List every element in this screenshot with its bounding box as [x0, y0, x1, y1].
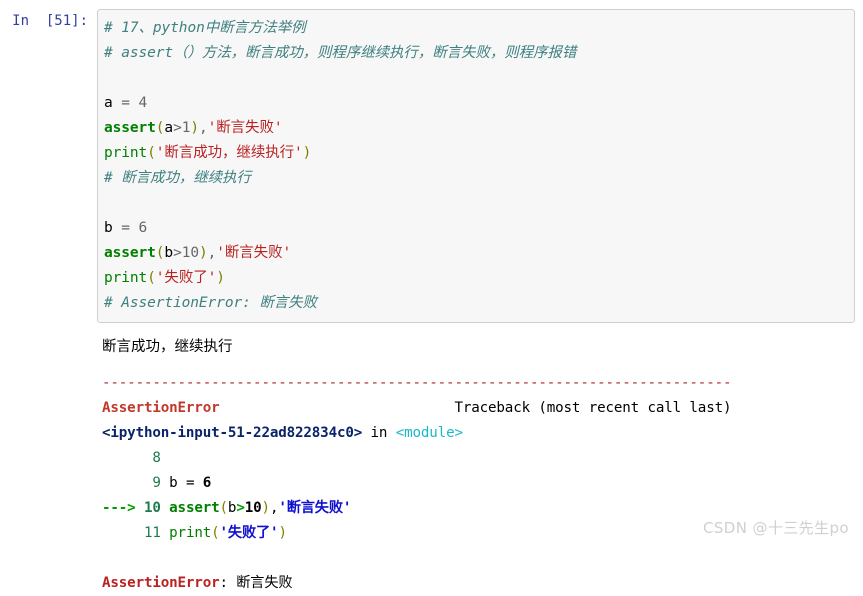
traceback-line-token: ) [278, 525, 287, 541]
code-line: print('失败了') [104, 266, 850, 291]
traceback-line-token: b [169, 475, 186, 491]
traceback-line: <ipython-input-51-22ad822834c0> in <modu… [102, 421, 863, 446]
traceback-line-token: AssertionError [102, 575, 220, 591]
traceback-line-token: ( [219, 500, 229, 516]
code-line: a = 4 [104, 91, 850, 116]
code-line-token: # assert（）方法，断言成功，则程序继续执行，断言失败，则程序报错 [104, 45, 577, 61]
traceback-line-token: print [169, 525, 212, 541]
code-line-token: > [173, 120, 182, 136]
code-line-token: print [104, 270, 148, 286]
code-line-token: b [164, 245, 174, 261]
code-line: # 断言成功，继续执行 [104, 166, 850, 191]
traceback-line-token: = [185, 475, 203, 491]
code-line-token [130, 220, 139, 236]
traceback-line-token: 10 [143, 500, 170, 516]
traceback-line-token: 6 [202, 475, 212, 491]
code-line-token: ) [198, 245, 208, 261]
input-prompt-label: In [51]: [12, 13, 88, 29]
cell-input-row: In [51]: # 17、python中断言方法举例 # assert（）方法，… [0, 0, 863, 323]
traceback-line-token: '断言失败' [278, 500, 352, 516]
code-line: # 17、python中断言方法举例 [104, 16, 850, 41]
code-line: # AssertionError: 断言失败 [104, 291, 850, 316]
code-line-token: print [104, 145, 148, 161]
traceback-line-token: : 断言失败 [219, 575, 293, 591]
code-line-token [130, 95, 139, 111]
code-line-token: a [104, 95, 122, 111]
cell-output-row: 断言成功，继续执行 ------------------------------… [0, 323, 863, 596]
code-line: b = 6 [104, 216, 850, 241]
code-line-token: = [121, 95, 130, 111]
code-line-token: , [207, 245, 217, 261]
code-line-token: > [173, 245, 182, 261]
code-line-token: 10 [181, 245, 199, 261]
code-line-token: ) [302, 145, 312, 161]
code-line-token: assert [104, 120, 156, 136]
code-editor[interactable]: # 17、python中断言方法举例 # assert（）方法，断言成功，则程序继… [97, 9, 855, 323]
traceback-line-token: > [236, 500, 245, 516]
code-line-token: b [104, 220, 122, 236]
traceback-line-token: <module> [395, 425, 463, 441]
code-line-token: '断言失败' [216, 245, 292, 261]
code-line-token: a [164, 120, 174, 136]
code-line: assert(b>10),'断言失败' [104, 241, 850, 266]
traceback-line: AssertionError Traceback (most recent ca… [102, 396, 863, 421]
code-line: print('断言成功，继续执行') [104, 141, 850, 166]
traceback-line: ----------------------------------------… [102, 371, 863, 396]
traceback-line: AssertionError: 断言失败 [102, 571, 863, 596]
code-line-token: '失败了' [155, 270, 217, 286]
code-line-token: ) [216, 270, 225, 286]
csdn-watermark: CSDN @十三先生po [702, 519, 849, 537]
traceback-line: 8 [102, 446, 863, 471]
traceback-line-token: AssertionError [102, 400, 220, 416]
traceback-line-token: ----------------------------------------… [102, 375, 732, 391]
code-line-token: '断言成功，继续执行' [155, 145, 303, 161]
traceback-line-token: assert [169, 500, 220, 516]
traceback-line [102, 546, 863, 571]
traceback-line-token: ) [261, 500, 271, 516]
code-line-token: 6 [138, 220, 148, 236]
code-line: assert(a>1),'断言失败' [104, 116, 850, 141]
code-line-token: # AssertionError: 断言失败 [104, 295, 317, 311]
code-line: # assert（）方法，断言成功，则程序继续执行，断言失败，则程序报错 [104, 41, 850, 66]
notebook-cell[interactable]: In [51]: # 17、python中断言方法举例 # assert（）方法，… [0, 0, 863, 596]
code-line-token: , [198, 120, 208, 136]
traceback-text: ----------------------------------------… [102, 360, 863, 596]
code-line-token: assert [104, 245, 156, 261]
code-line-token: # 断言成功，继续执行 [104, 170, 251, 186]
code-line-token: ) [190, 120, 199, 136]
code-line-token: = [121, 220, 130, 236]
code-line-token: # 17、python中断言方法举例 [104, 20, 306, 36]
traceback-line: 9 b = 6 [102, 471, 863, 496]
traceback-line-token: 9 [102, 475, 170, 491]
stdout-text: 断言成功，继续执行 [102, 339, 233, 355]
traceback-line-token: <ipython-input-51-22ad822834c0> [102, 425, 363, 441]
code-line-token: ( [147, 145, 156, 161]
traceback-line-token: ( [211, 525, 220, 541]
traceback-line-token: Traceback (most recent call last) [219, 400, 732, 416]
traceback-line-token: ---> [102, 500, 144, 516]
traceback-line-token: 8 [102, 450, 170, 466]
traceback-line-token: in [362, 425, 396, 441]
code-source[interactable]: # 17、python中断言方法举例 # assert（）方法，断言成功，则程序继… [104, 16, 850, 316]
code-line-token: '断言失败' [207, 120, 283, 136]
code-line-token: ( [147, 270, 156, 286]
traceback-line-token: '失败了' [219, 525, 279, 541]
code-line-token: 4 [138, 95, 148, 111]
cell-output-area: 断言成功，继续执行 ------------------------------… [97, 323, 863, 596]
traceback-line-token: 10 [244, 500, 262, 516]
traceback-line-token: 11 [102, 525, 170, 541]
